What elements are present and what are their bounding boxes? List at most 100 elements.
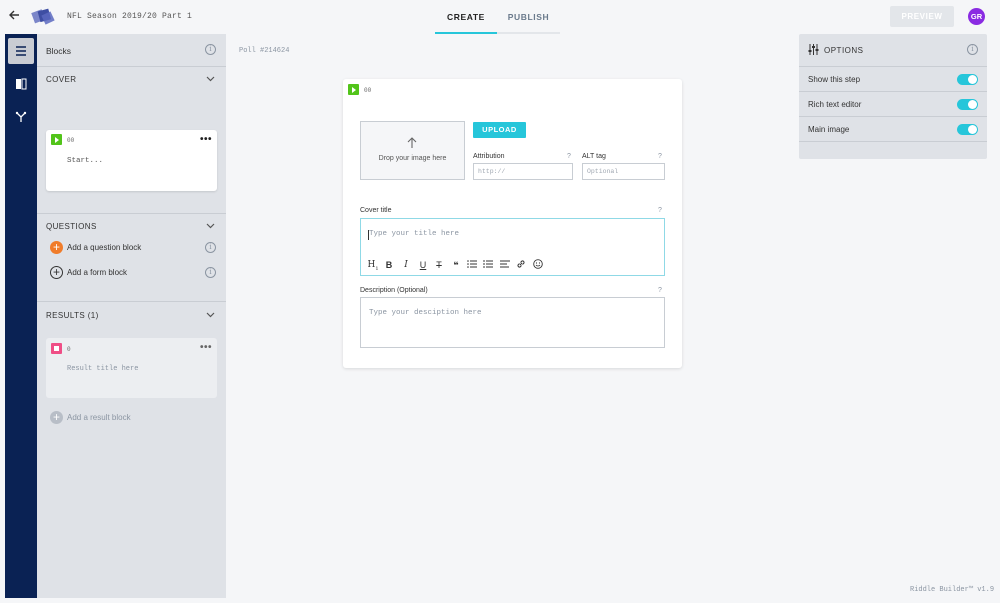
bold-icon[interactable]: B bbox=[383, 259, 395, 271]
results-section-header[interactable]: RESULTS (1) bbox=[37, 302, 226, 327]
info-icon[interactable]: i bbox=[205, 242, 216, 253]
block-number: 0 bbox=[67, 346, 71, 353]
results-section: RESULTS (1) 0 ••• Result title here + Ad… bbox=[37, 302, 226, 442]
top-bar: NFL Season 2019/20 Part 1 CREATE PUBLISH… bbox=[0, 0, 1000, 34]
chevron-down-icon[interactable] bbox=[206, 74, 215, 83]
cover-title-label: Cover title bbox=[360, 207, 392, 214]
add-question-block-button[interactable]: + Add a question block i bbox=[37, 238, 226, 258]
more-options-icon[interactable]: ••• bbox=[200, 134, 212, 145]
questions-heading: QUESTIONS bbox=[46, 222, 97, 231]
attribution-field[interactable]: http:// bbox=[473, 163, 573, 180]
alt-tag-field[interactable]: Optional bbox=[582, 163, 665, 180]
cover-heading: COVER bbox=[46, 75, 77, 84]
cover-block-card[interactable]: 00 ••• Start... bbox=[46, 130, 217, 191]
chevron-down-icon[interactable] bbox=[206, 310, 215, 319]
result-badge-icon bbox=[51, 343, 62, 354]
blocks-title: Blocks bbox=[46, 46, 72, 56]
option-main-image: Main image bbox=[799, 117, 987, 142]
description-placeholder: Type your desciption here bbox=[369, 309, 482, 317]
rail-logic-button[interactable] bbox=[8, 104, 34, 130]
rail-blocks-button[interactable] bbox=[8, 38, 34, 64]
add-form-label: Add a form block bbox=[67, 268, 128, 277]
tab-create[interactable]: CREATE bbox=[435, 0, 497, 34]
strikethrough-icon[interactable]: T bbox=[433, 259, 445, 271]
options-panel: OPTIONS i Show this step Rich text edito… bbox=[799, 34, 987, 159]
options-title: OPTIONS bbox=[824, 46, 864, 55]
tab-publish[interactable]: PUBLISH bbox=[497, 0, 560, 34]
add-result-block-button[interactable]: + Add a result block bbox=[37, 408, 226, 428]
align-icon[interactable] bbox=[499, 259, 511, 271]
ordered-list-icon[interactable] bbox=[466, 259, 478, 271]
list-icon bbox=[16, 46, 26, 56]
upload-button[interactable]: UPLOAD bbox=[473, 122, 526, 138]
preview-button[interactable]: PREVIEW bbox=[890, 6, 954, 27]
add-form-block-button[interactable]: + Add a form block i bbox=[37, 263, 226, 283]
option-label: Show this step bbox=[808, 75, 861, 84]
heading-icon[interactable]: H1 bbox=[367, 259, 379, 272]
rich-text-toggle[interactable] bbox=[957, 99, 978, 110]
version-label: Riddle Builder™ v1.9 bbox=[910, 586, 995, 594]
attribution-label: Attribution bbox=[473, 153, 505, 160]
cover-editor-card: 00 Drop your image here UPLOAD Attributi… bbox=[343, 79, 682, 368]
branch-icon bbox=[15, 111, 27, 122]
riddle-logo-icon bbox=[30, 7, 56, 27]
more-options-icon[interactable]: ••• bbox=[200, 342, 212, 353]
cover-section: COVER 00 ••• Start... bbox=[37, 67, 226, 214]
blocks-panel: Blocks i COVER 00 ••• Start... QUESTIONS… bbox=[37, 34, 226, 598]
result-card-text: Result title here bbox=[67, 365, 139, 373]
add-result-label: Add a result block bbox=[67, 413, 131, 422]
questions-section: QUESTIONS + Add a question block i + Add… bbox=[37, 214, 226, 302]
help-icon[interactable]: ? bbox=[658, 207, 662, 214]
play-icon bbox=[348, 84, 359, 95]
sliders-icon bbox=[808, 44, 819, 55]
help-icon[interactable]: ? bbox=[658, 287, 662, 294]
emoji-icon[interactable] bbox=[532, 259, 544, 271]
add-question-label: Add a question block bbox=[67, 243, 142, 252]
rail-design-button[interactable] bbox=[8, 71, 34, 97]
info-icon[interactable]: i bbox=[205, 267, 216, 278]
cover-title-placeholder: Type your title here bbox=[369, 230, 460, 238]
result-block-card[interactable]: 0 ••• Result title here bbox=[46, 338, 217, 398]
quote-icon[interactable]: ❝ bbox=[450, 259, 462, 271]
plus-icon: + bbox=[50, 411, 63, 424]
play-icon bbox=[51, 134, 62, 145]
avatar[interactable]: GR bbox=[968, 8, 985, 25]
description-label: Description (Optional) bbox=[360, 287, 428, 294]
chevron-down-icon[interactable] bbox=[206, 221, 215, 230]
plus-icon: + bbox=[50, 241, 63, 254]
cover-section-header[interactable]: COVER bbox=[37, 67, 226, 91]
plus-icon: + bbox=[50, 266, 63, 279]
description-input[interactable]: Type your desciption here bbox=[360, 297, 665, 348]
blocks-panel-header: Blocks i bbox=[37, 34, 226, 67]
left-rail bbox=[5, 34, 37, 598]
show-step-toggle[interactable] bbox=[957, 74, 978, 85]
results-heading: RESULTS (1) bbox=[46, 311, 99, 320]
upload-arrow-icon bbox=[407, 137, 417, 148]
help-icon[interactable]: ? bbox=[658, 153, 662, 160]
poll-id: Poll #214624 bbox=[239, 47, 290, 55]
document-title: NFL Season 2019/20 Part 1 bbox=[67, 12, 193, 21]
italic-icon[interactable]: I bbox=[400, 259, 412, 271]
underline-icon[interactable]: U bbox=[417, 259, 429, 271]
alt-tag-label: ALT tag bbox=[582, 153, 606, 160]
option-show-step: Show this step bbox=[799, 67, 987, 92]
main-image-toggle[interactable] bbox=[957, 124, 978, 135]
option-label: Main image bbox=[808, 125, 850, 134]
options-header: OPTIONS i bbox=[799, 34, 987, 67]
info-icon[interactable]: i bbox=[205, 44, 216, 55]
layout-icon bbox=[16, 78, 27, 90]
image-dropzone[interactable]: Drop your image here bbox=[360, 121, 465, 180]
cover-card-text: Start... bbox=[67, 157, 104, 165]
option-rich-text: Rich text editor bbox=[799, 92, 987, 117]
info-icon[interactable]: i bbox=[967, 44, 978, 55]
block-number: 00 bbox=[67, 137, 75, 144]
questions-section-header[interactable]: QUESTIONS bbox=[37, 214, 226, 238]
help-icon[interactable]: ? bbox=[567, 153, 571, 160]
block-number: 00 bbox=[364, 87, 372, 94]
dropzone-text: Drop your image here bbox=[378, 155, 447, 162]
option-label: Rich text editor bbox=[808, 100, 862, 109]
cover-title-input[interactable]: Type your title here H1 B I U T ❝ bbox=[360, 218, 665, 276]
bullet-list-icon[interactable] bbox=[482, 259, 494, 271]
link-icon[interactable] bbox=[515, 259, 527, 271]
back-arrow-icon[interactable] bbox=[8, 9, 22, 23]
